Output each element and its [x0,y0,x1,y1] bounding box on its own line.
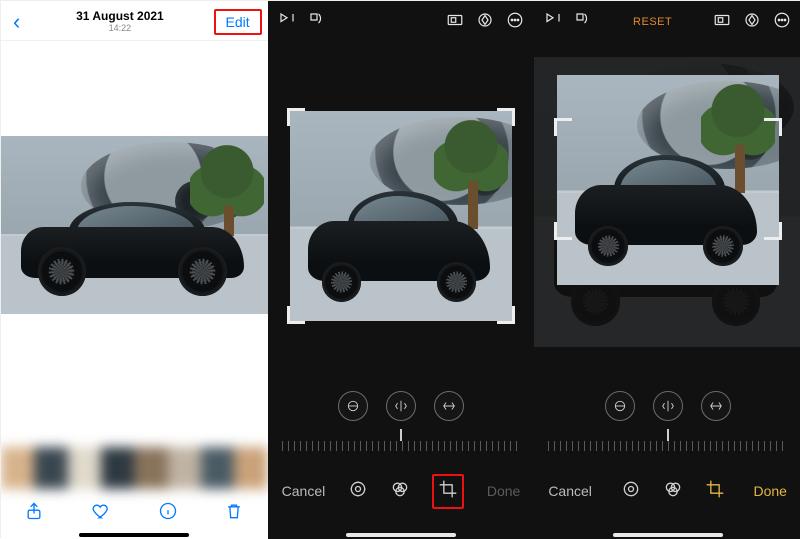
editor-footer: Cancel Done [534,471,800,511]
straighten-icon[interactable] [605,391,635,421]
flip-horizontal-icon[interactable] [386,391,416,421]
crop-handle-tl[interactable] [287,108,305,126]
editor-pane-cropped: RESET [534,1,800,539]
done-button[interactable]: Done [487,483,520,499]
trash-icon[interactable] [223,500,245,522]
editor-pane-initial: Cancel Done [268,1,535,539]
angle-dial[interactable] [548,429,787,453]
editor-footer: Cancel Done [268,471,535,511]
editor-tool-tabs [621,479,725,504]
editor-header: RESET [534,1,800,41]
perspective-icon[interactable] [701,391,731,421]
title-block: 31 August 2021 14:22 [26,10,213,33]
editor-header [268,1,535,41]
markup-icon[interactable] [476,11,494,34]
thumbnail-strip[interactable] [1,447,268,489]
photo-time: 14:22 [26,24,213,33]
photo-content [290,111,512,321]
crop-handle-bl[interactable] [554,222,572,240]
photos-viewer-pane: ‹ 31 August 2021 14:22 Edit [1,1,268,539]
home-indicator[interactable] [346,533,456,537]
photo-date: 31 August 2021 [26,10,213,23]
filters-icon[interactable] [390,479,410,504]
straighten-icon[interactable] [338,391,368,421]
flip-vertical-icon[interactable] [544,11,562,34]
crop-handle-br[interactable] [764,222,782,240]
cancel-button[interactable]: Cancel [282,483,326,499]
rotate-icon[interactable] [308,11,326,34]
angle-dial[interactable] [282,429,521,453]
crop-canvas[interactable] [290,111,512,321]
photos-header: ‹ 31 August 2021 14:22 Edit [1,1,268,41]
photo-content [1,136,268,314]
cancel-button[interactable]: Cancel [548,483,592,499]
aspect-ratio-icon[interactable] [713,11,731,34]
photo-content [557,75,779,285]
crop-handle-tr[interactable] [764,118,782,136]
crop-handle-bl[interactable] [287,306,305,324]
markup-icon[interactable] [743,11,761,34]
reset-button[interactable]: RESET [633,16,672,28]
heart-icon[interactable] [90,500,112,522]
adjust-dial-icon[interactable] [621,479,641,504]
crop-canvas-wrap [534,101,800,261]
transform-buttons [268,391,535,421]
crop-handle-br[interactable] [497,306,515,324]
flip-vertical-icon[interactable] [278,11,296,34]
transform-buttons [534,391,800,421]
back-chevron-icon[interactable]: ‹ [7,11,26,33]
bottom-toolbar [1,493,268,529]
crop-handle-tr[interactable] [497,108,515,126]
editor-tool-tabs [348,474,464,509]
adjust-dial-icon[interactable] [348,479,368,504]
crop-canvas[interactable] [557,121,779,237]
more-icon[interactable] [773,11,791,34]
home-indicator[interactable] [613,533,723,537]
home-indicator[interactable] [79,533,189,537]
crop-icon[interactable] [432,474,464,509]
more-icon[interactable] [506,11,524,34]
filters-icon[interactable] [663,479,683,504]
done-button[interactable]: Done [754,483,787,499]
perspective-icon[interactable] [434,391,464,421]
flip-horizontal-icon[interactable] [653,391,683,421]
crop-icon[interactable] [705,479,725,504]
share-icon[interactable] [23,500,45,522]
photo-canvas[interactable] [1,136,268,314]
crop-handle-tl[interactable] [554,118,572,136]
info-icon[interactable] [157,500,179,522]
rotate-icon[interactable] [574,11,592,34]
aspect-ratio-icon[interactable] [446,11,464,34]
crop-canvas-wrap [268,61,535,371]
edit-button[interactable]: Edit [214,9,262,35]
